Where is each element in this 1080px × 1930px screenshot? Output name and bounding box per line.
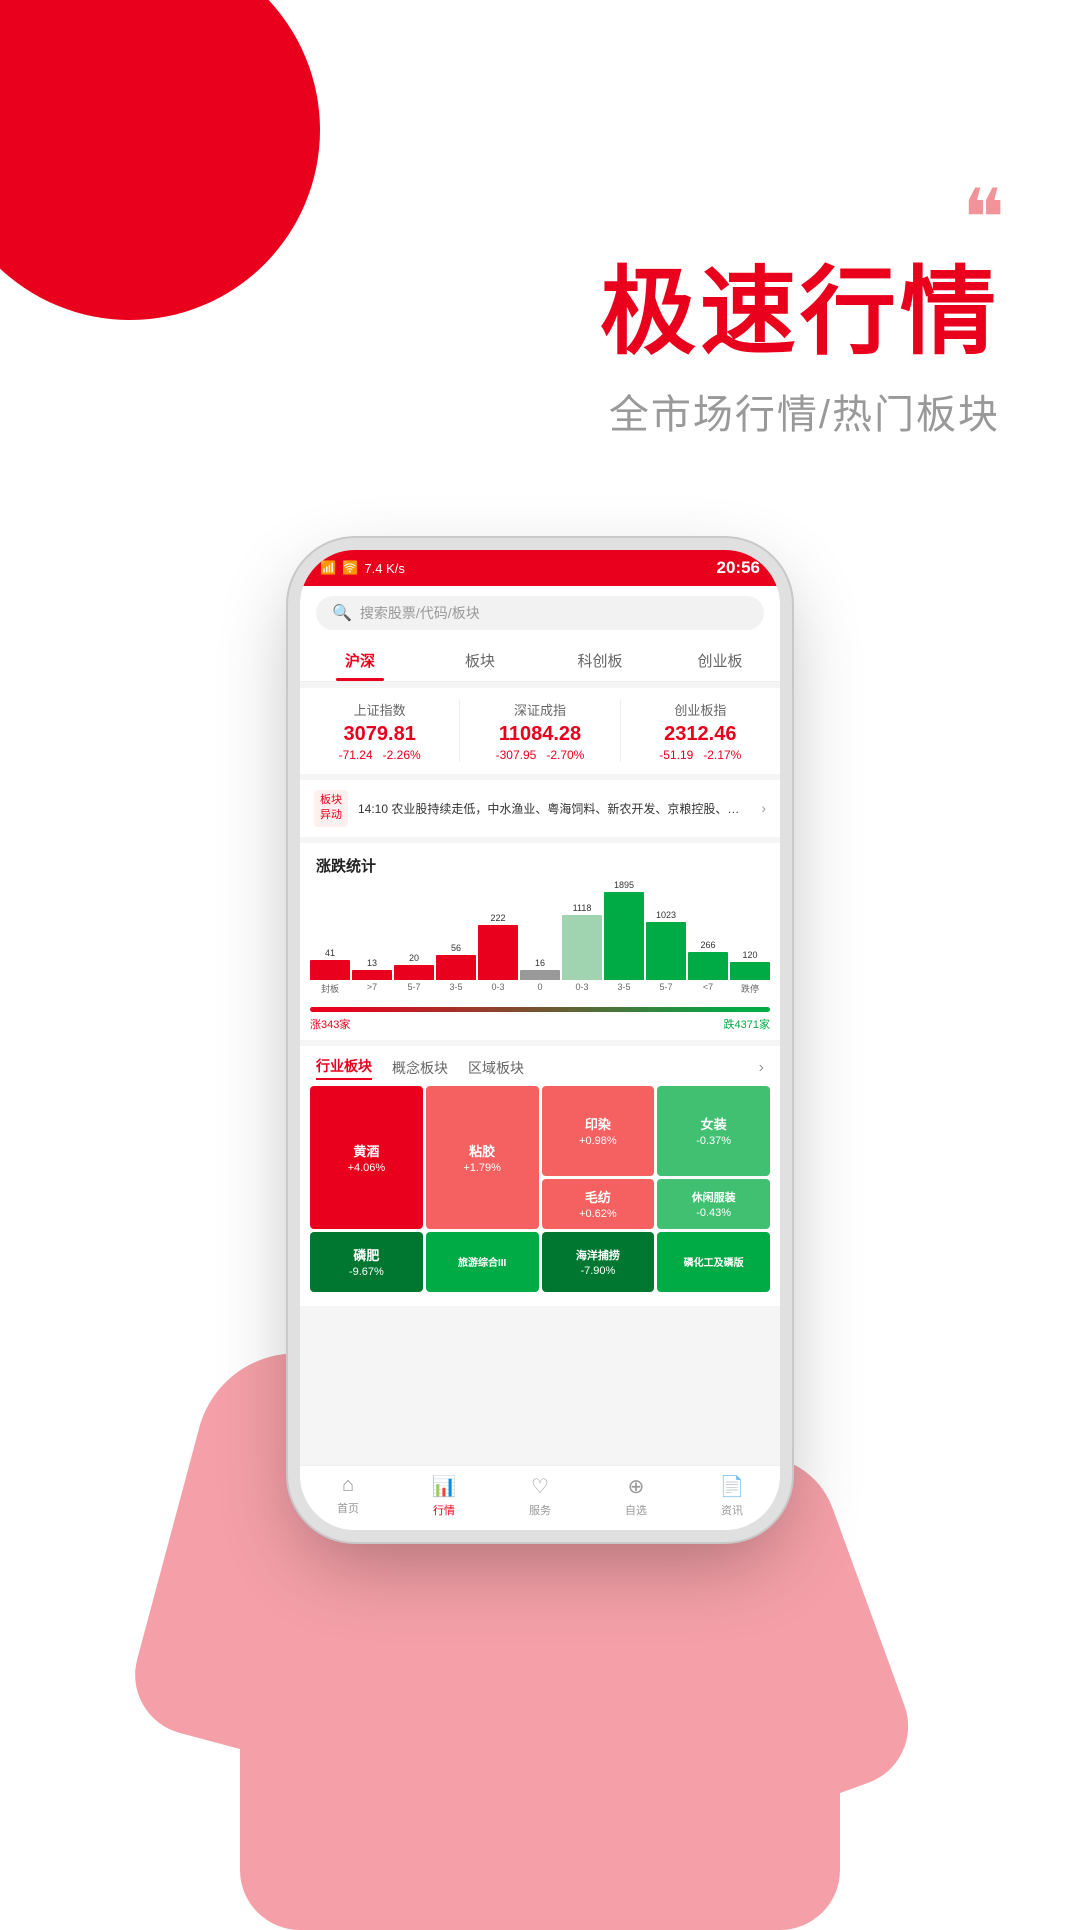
hm-cell-nvzhuang[interactable]: 女装 -0.37% bbox=[657, 1086, 770, 1176]
rise-count: 涨343家 bbox=[310, 1016, 350, 1032]
nav-home[interactable]: ⌂ 首页 bbox=[300, 1474, 396, 1518]
bar-col-6: 1118 bbox=[562, 903, 602, 980]
hm-cell-yinran[interactable]: 印染 +0.98% bbox=[542, 1086, 655, 1176]
index-chuangye[interactable]: 创业板指 2312.46 -51.19 -2.17% bbox=[621, 700, 780, 762]
home-icon: ⌂ bbox=[342, 1474, 354, 1497]
status-bar: 📶 🛜 7.4 K/s 20:56 bbox=[300, 550, 780, 586]
hero-section: ❝ 极速行情 全市场行情/热门板块 bbox=[600, 180, 1000, 440]
wifi-icon: 🛜 bbox=[342, 560, 358, 576]
index-shanghai-value: 3079.81 bbox=[300, 723, 459, 746]
nav-service[interactable]: ♡ 服务 bbox=[492, 1474, 588, 1518]
brand-circle bbox=[0, 0, 320, 320]
nav-market[interactable]: 📊 行情 bbox=[396, 1474, 492, 1518]
bar-col-5: 16 bbox=[520, 958, 560, 980]
nav-news[interactable]: 📄 资讯 bbox=[684, 1474, 780, 1518]
news-icon: 📄 bbox=[720, 1474, 745, 1499]
bar-col-8: 1023 bbox=[646, 910, 686, 980]
index-shenzhen-value: 11084.28 bbox=[460, 723, 619, 746]
index-shenzhen-name: 深证成指 bbox=[460, 700, 619, 719]
fall-count: 跌4371家 bbox=[724, 1016, 770, 1032]
news-banner[interactable]: 板块异动 14:10 农业股持续走低，中水渔业、粤海饲料、新农开发、京粮控股、冠… bbox=[300, 780, 780, 837]
hm-cell-maofang[interactable]: 毛纺 +0.62% bbox=[542, 1179, 655, 1229]
news-text: 14:10 农业股持续走低，中水渔业、粤海饲料、新农开发、京粮控股、冠农股份等 bbox=[358, 800, 751, 817]
time-display: 20:56 bbox=[717, 558, 760, 578]
heatmap: 黄酒 +4.06% 粘胶 +1.79% 印染 +0.98% 女装 -0.37% bbox=[300, 1086, 780, 1306]
industry-tabs: 行业板块 概念板块 区域板块 › bbox=[300, 1046, 780, 1086]
tab-kechuang[interactable]: 科创板 bbox=[540, 640, 660, 681]
nav-home-label: 首页 bbox=[337, 1500, 359, 1516]
search-input[interactable]: 🔍 搜索股票/代码/板块 bbox=[316, 596, 764, 630]
ind-tab-concept[interactable]: 概念板块 bbox=[392, 1058, 448, 1078]
tab-bankuai[interactable]: 板块 bbox=[420, 640, 540, 681]
ind-tab-industry[interactable]: 行业板块 bbox=[316, 1056, 372, 1080]
bar-col-9: 266 bbox=[688, 940, 728, 980]
market-icon: 📊 bbox=[432, 1474, 457, 1499]
status-left: 📶 🛜 7.4 K/s bbox=[320, 560, 405, 576]
ind-more-icon[interactable]: › bbox=[759, 1059, 764, 1077]
phone-wrapper: 📶 🛜 7.4 K/s 20:56 🔍 搜索股票/代码/板块 沪深 板块 科创板… bbox=[190, 500, 890, 1850]
search-bar: 🔍 搜索股票/代码/板块 bbox=[300, 586, 780, 640]
ind-tab-region[interactable]: 区域板块 bbox=[468, 1058, 524, 1078]
signal-icon: 📶 bbox=[320, 560, 336, 576]
nav-news-label: 资讯 bbox=[721, 1502, 743, 1518]
phone-screen: 📶 🛜 7.4 K/s 20:56 🔍 搜索股票/代码/板块 沪深 板块 科创板… bbox=[300, 550, 780, 1530]
bar-col-2: 20 bbox=[394, 953, 434, 980]
bar-chart: 41 13 20 56 bbox=[310, 890, 770, 980]
hm-cell-linfen[interactable]: 磷肥 -9.67% bbox=[310, 1232, 423, 1292]
progress-labels: 涨343家 跌4371家 bbox=[310, 1016, 770, 1032]
hm-cell-nianjiao[interactable]: 粘胶 +1.79% bbox=[426, 1086, 539, 1229]
hm-cell-lvyou[interactable]: 旅游综合III bbox=[426, 1232, 539, 1292]
hm-cell-linhuagong[interactable]: 磷化工及磷版 bbox=[657, 1232, 770, 1292]
index-chuangye-name: 创业板指 bbox=[621, 700, 780, 719]
index-shenzhen[interactable]: 深证成指 11084.28 -307.95 -2.70% bbox=[460, 700, 620, 762]
nav-watchlist[interactable]: ⊕ 自选 bbox=[588, 1474, 684, 1518]
main-tabs: 沪深 板块 科创板 创业板 bbox=[300, 640, 780, 682]
speed-indicator: 7.4 K/s bbox=[364, 561, 404, 576]
index-shanghai-name: 上证指数 bbox=[300, 700, 459, 719]
hm-cell-haiyang[interactable]: 海洋捕捞 -7.90% bbox=[542, 1232, 655, 1292]
bar-col-1: 13 bbox=[352, 958, 392, 980]
bottom-nav: ⌂ 首页 📊 行情 ♡ 服务 ⊕ 自选 📄 资讯 bbox=[300, 1465, 780, 1530]
search-icon: 🔍 bbox=[332, 603, 352, 623]
service-icon: ♡ bbox=[531, 1474, 549, 1499]
hm-cell-xiuxian[interactable]: 休闲服装 -0.43% bbox=[657, 1179, 770, 1229]
bar-col-4: 222 bbox=[478, 913, 518, 980]
bar-col-7: 1895 bbox=[604, 880, 644, 980]
index-shanghai-change: -71.24 -2.26% bbox=[300, 748, 459, 762]
search-placeholder: 搜索股票/代码/板块 bbox=[360, 603, 480, 623]
nav-watchlist-label: 自选 bbox=[625, 1502, 647, 1518]
phone-frame: 📶 🛜 7.4 K/s 20:56 🔍 搜索股票/代码/板块 沪深 板块 科创板… bbox=[300, 550, 780, 1530]
bar-col-0: 41 bbox=[310, 948, 350, 980]
chart-section-title: 涨跌统计 bbox=[300, 843, 780, 882]
index-shenzhen-change: -307.95 -2.70% bbox=[460, 748, 619, 762]
bar-col-10: 120 bbox=[730, 950, 770, 980]
bar-chart-container: 41 13 20 56 bbox=[300, 882, 780, 1003]
hero-title: 极速行情 bbox=[600, 260, 1000, 366]
hero-subtitle: 全市场行情/热门板块 bbox=[600, 382, 1000, 440]
nav-service-label: 服务 bbox=[529, 1502, 551, 1518]
index-chuangye-change: -51.19 -2.17% bbox=[621, 748, 780, 762]
index-shanghai[interactable]: 上证指数 3079.81 -71.24 -2.26% bbox=[300, 700, 460, 762]
bar-col-3: 56 bbox=[436, 943, 476, 980]
nav-market-label: 行情 bbox=[433, 1502, 455, 1518]
progress-section: 涨343家 跌4371家 bbox=[300, 1003, 780, 1040]
index-chuangye-value: 2312.46 bbox=[621, 723, 780, 746]
tab-chuangye[interactable]: 创业板 bbox=[660, 640, 780, 681]
tab-hushen[interactable]: 沪深 bbox=[300, 640, 420, 681]
quote-marks: ❝ bbox=[600, 180, 1000, 260]
indices-row: 上证指数 3079.81 -71.24 -2.26% 深证成指 11084.28… bbox=[300, 688, 780, 774]
hm-cell-huangjiu[interactable]: 黄酒 +4.06% bbox=[310, 1086, 423, 1229]
watchlist-icon: ⊕ bbox=[628, 1474, 645, 1499]
progress-bar bbox=[310, 1007, 770, 1012]
news-arrow-icon: › bbox=[761, 800, 766, 816]
news-tag: 板块异动 bbox=[314, 790, 348, 827]
